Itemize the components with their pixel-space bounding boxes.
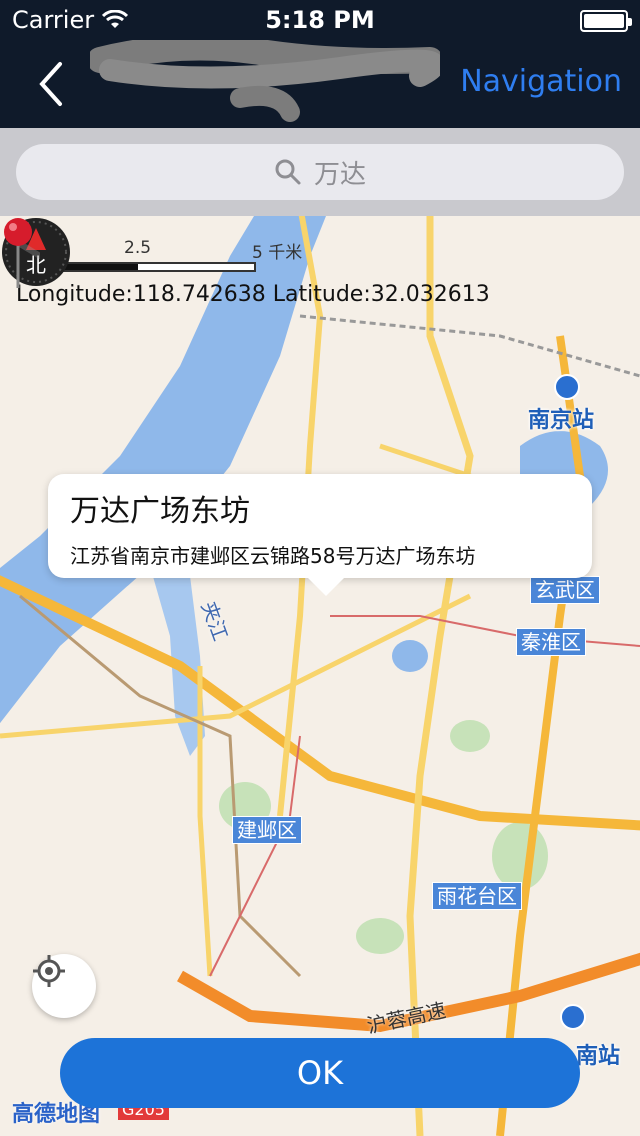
scale-tick-1: 2.5 [124,238,152,258]
search-placeholder: 万达 [313,159,366,190]
district-jianye: 建邺区 [232,816,302,844]
map-view[interactable]: 0 2.5 5 千米 Longitude:118.742638 Latitude… [0,216,640,1136]
back-button[interactable] [30,56,74,112]
district-xuanwu: 玄武区 [530,576,600,604]
coordinates-readout: Longitude:118.742638 Latitude:32.032613 [16,282,490,307]
railway-station-icon [554,374,580,400]
south-station-icon [560,1004,586,1030]
scale-tick-2: 5 千米 [252,243,303,263]
top-bar: Carrier 5:18 PM Navigation [0,0,640,128]
search-bar: 万达 [0,128,640,216]
locate-me-button[interactable] [32,954,96,1018]
location-callout[interactable]: 万达广场东坊 江苏省南京市建邺区云锦路58号万达广场东坊 [48,474,592,596]
search-input[interactable]: 万达 [16,144,624,200]
chevron-left-icon [39,62,62,106]
redacted-title-scribble [90,40,440,122]
label-south-station: 南站 [576,1044,621,1069]
label-nanjing-station: 南京站 [528,408,595,433]
district-yuhuatai: 雨花台区 [432,882,522,910]
battery-icon [580,10,632,32]
callout-title: 万达广场东坊 [70,494,250,529]
status-bar: Carrier 5:18 PM [0,0,640,40]
crosshair-icon [33,955,65,987]
district-qinhuai: 秦淮区 [516,628,586,656]
ok-button[interactable]: OK [60,1038,580,1108]
callout-address: 江苏省南京市建邺区云锦路58号万达广场东坊 [70,544,476,568]
search-icon [275,159,301,185]
status-time: 5:18 PM [265,6,375,34]
navigation-button[interactable]: Navigation [460,64,622,99]
map-canvas [0,216,640,1136]
map-pin-icon[interactable] [0,216,40,296]
